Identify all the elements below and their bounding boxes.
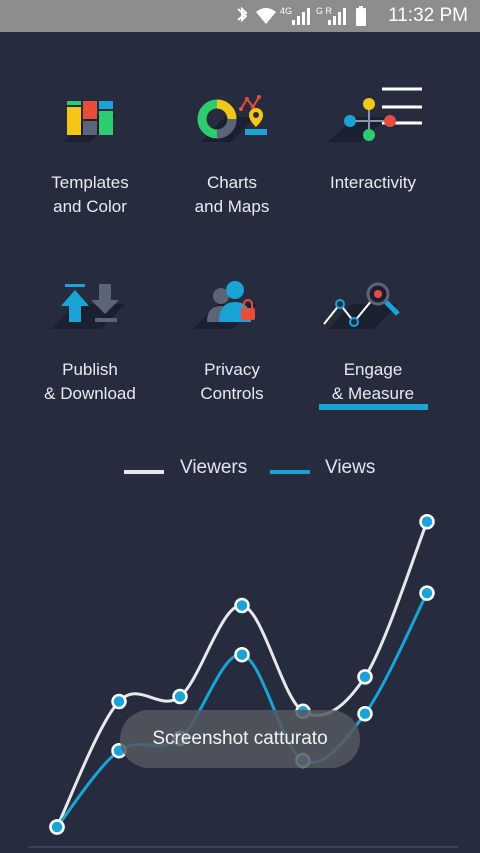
chart-baseline <box>28 846 458 848</box>
feature-engage-measure[interactable]: Engage & Measure <box>298 274 448 406</box>
status-icons: 4G G R <box>237 6 366 26</box>
clock: 11:32 PM <box>388 5 468 26</box>
data-point-viewers[interactable] <box>357 669 373 685</box>
data-point-viewers[interactable] <box>172 688 188 705</box>
feature-label-line1: Interactivity <box>330 173 416 192</box>
charts-maps-icon <box>157 87 307 157</box>
data-point-views[interactable] <box>419 585 435 601</box>
network-type-label: 4G <box>280 6 292 16</box>
toast-message: Screenshot catturato <box>120 710 360 768</box>
feature-label-line2: Controls <box>200 384 264 403</box>
templates-icon <box>15 87 165 157</box>
feature-label-line2: & Download <box>44 384 136 403</box>
active-tab-indicator <box>319 404 428 410</box>
legend-swatch-views <box>270 470 310 474</box>
data-point-viewers[interactable] <box>419 514 435 530</box>
feature-publish-download[interactable]: Publish & Download <box>15 274 165 406</box>
interactivity-icon <box>298 87 448 157</box>
status-bar: 4G G R 11:32 PM <box>0 0 480 32</box>
line-chart <box>49 514 435 835</box>
legend-label-views: Views <box>325 457 376 478</box>
feature-label-line2: and Maps <box>194 197 270 216</box>
network-type-label-2: G R <box>316 6 333 16</box>
feature-charts-maps[interactable]: Charts and Maps <box>157 87 307 219</box>
data-point-viewers[interactable] <box>234 597 250 614</box>
feature-label-line1: Engage <box>343 360 403 379</box>
feature-interactivity[interactable]: Interactivity <box>298 87 448 195</box>
wifi-icon <box>256 8 276 24</box>
feature-templates-color[interactable]: Templates and Color <box>15 87 165 219</box>
feature-label-line2: & Measure <box>331 384 415 403</box>
feature-label-line1: Privacy <box>204 360 260 379</box>
feature-privacy-controls[interactable]: Privacy Controls <box>157 274 307 406</box>
privacy-users-icon <box>157 274 307 344</box>
bluetooth-icon <box>237 6 248 23</box>
feature-label-line1: Charts <box>206 173 258 192</box>
app-screen: Templates and Color Charts and Maps Inte… <box>0 32 480 853</box>
feature-label-line1: Templates <box>51 173 129 192</box>
legend-swatch-viewers <box>124 470 164 474</box>
data-point-views[interactable] <box>234 646 250 663</box>
data-point-views[interactable] <box>357 706 373 722</box>
data-point-viewers[interactable] <box>111 693 127 710</box>
feature-label-line1: Publish <box>62 360 118 379</box>
signal-strength-icon <box>292 8 310 25</box>
feature-label-line2: and Color <box>53 197 127 216</box>
legend-label-viewers: Viewers <box>180 457 248 478</box>
engage-measure-icon <box>298 274 448 344</box>
battery-icon <box>356 6 366 26</box>
publish-download-icon <box>15 274 165 344</box>
data-point-views[interactable] <box>49 819 65 835</box>
